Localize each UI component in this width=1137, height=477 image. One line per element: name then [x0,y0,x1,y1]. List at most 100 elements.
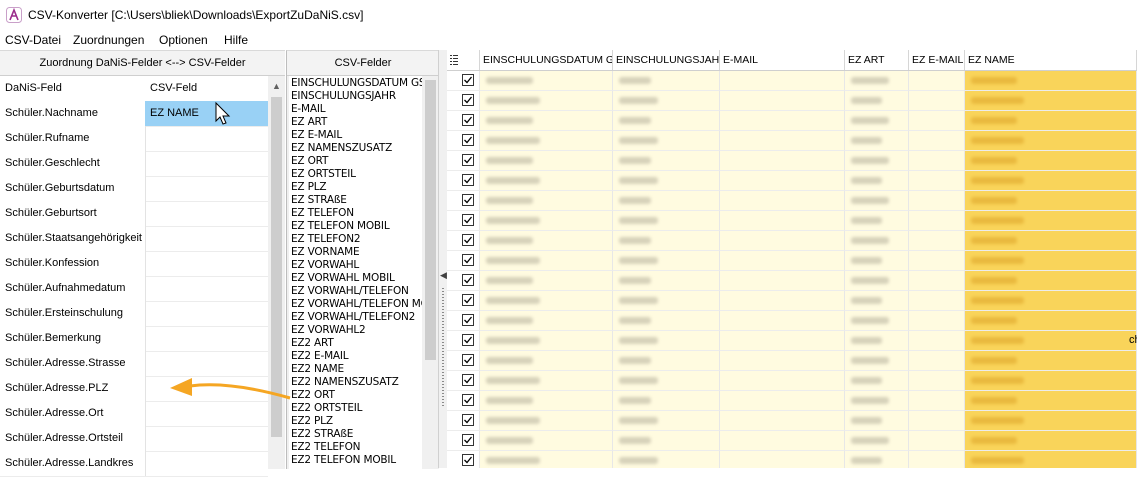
grid-cell[interactable] [613,311,720,331]
grid-cell[interactable] [965,231,1137,251]
grid-cell[interactable] [447,251,480,271]
csv-field-item[interactable]: EZ VORWAHL [291,259,359,272]
grid-cell[interactable] [613,191,720,211]
grid-cell[interactable] [480,311,613,331]
table-row[interactable] [447,411,1137,431]
grid-cell[interactable] [845,451,909,468]
grid-cell[interactable] [720,311,845,331]
csv-field-cell[interactable] [145,126,268,151]
grid-cell[interactable] [447,411,480,431]
csv-field-item[interactable]: EZ TELEFON MOBIL [291,220,390,233]
panel-splitter[interactable]: ◀ [438,50,447,468]
table-row[interactable] [447,291,1137,311]
csv-field-item[interactable]: EZ2 ORT [291,389,335,402]
mapping-row[interactable]: Schüler.Adresse.Ortsteil [0,426,268,452]
grid-cell[interactable] [845,211,909,231]
grid-cell[interactable] [480,331,613,351]
csv-field-item[interactable]: EZ2 E-MAIL [291,350,349,363]
grid-cell[interactable] [613,331,720,351]
grid-cell[interactable] [845,331,909,351]
csv-field-cell[interactable] [145,176,268,201]
grid-cell[interactable] [909,311,965,331]
table-row[interactable] [447,111,1137,131]
danis-field-cell[interactable]: Schüler.Konfession [0,251,146,276]
grid-cell[interactable] [909,211,965,231]
grid-cell[interactable] [909,391,965,411]
grid-cell[interactable] [480,111,613,131]
csv-field-item[interactable]: EZ TELEFON2 [291,233,361,246]
csv-field-item[interactable]: EZ PLZ [291,181,327,194]
csv-field-list[interactable]: EINSCHULUNGSDATUM GS EINSCHULUNGSJAHR E-MA… [289,76,422,469]
grid-col-header[interactable]: EINSCHULUNGSJAHR [613,50,720,70]
grid-cell[interactable] [965,91,1137,111]
table-row[interactable] [447,431,1137,451]
grid-cell[interactable] [480,231,613,251]
grid-cell[interactable] [720,91,845,111]
table-row[interactable] [447,451,1137,468]
danis-field-cell[interactable]: Schüler.Geschlecht [0,151,146,176]
grid-cell[interactable] [720,251,845,271]
csv-field-item[interactable]: E-MAIL [291,103,326,116]
csv-field-item[interactable]: EZ2 STRAßE [291,428,353,441]
grid-cell[interactable] [965,431,1137,451]
table-row[interactable] [447,71,1137,91]
row-checkbox[interactable] [462,334,474,346]
grid-cell[interactable] [909,451,965,468]
danis-field-cell[interactable]: Schüler.Adresse.Landkres [0,451,146,476]
grid-cell[interactable] [720,271,845,291]
csv-field-item[interactable]: EZ2 NAMENSZUSATZ [291,376,399,389]
mapping-row[interactable]: Schüler.Adresse.Strasse [0,351,268,377]
row-checkbox[interactable] [462,154,474,166]
grid-col-header[interactable]: EZ ART [845,50,909,70]
row-checkbox[interactable] [462,194,474,206]
table-row[interactable] [447,151,1137,171]
grid-cell[interactable] [613,431,720,451]
grid-cell[interactable] [965,351,1137,371]
collapse-left-icon[interactable]: ◀ [440,270,447,281]
row-checkbox[interactable] [462,134,474,146]
mapping-row[interactable]: Schüler.Bemerkung [0,326,268,352]
csv-field-item[interactable]: EZ ORT [291,155,328,168]
row-checkbox[interactable] [462,94,474,106]
csv-field-item[interactable]: EZ2 NAME [291,363,344,376]
grid-cell[interactable] [447,351,480,371]
table-row[interactable] [447,271,1137,291]
csv-field-cell[interactable]: EZ NAME [145,101,268,126]
grid-cell[interactable] [965,291,1137,311]
csv-field-item[interactable]: EZ2 TELEFON [291,441,361,454]
table-row[interactable] [447,171,1137,191]
grid-cell[interactable] [613,151,720,171]
grid-cell[interactable] [613,291,720,311]
danis-field-cell[interactable]: Schüler.Geburtsdatum [0,176,146,201]
grid-cell[interactable] [447,271,480,291]
scroll-up-icon[interactable]: ▲ [272,81,281,91]
grid-cell[interactable] [720,111,845,131]
mapping-row[interactable]: Schüler.Geburtsdatum [0,176,268,202]
mapping-scroll-thumb[interactable] [271,97,282,437]
grid-cell[interactable] [447,311,480,331]
mapping-row[interactable]: Schüler.Aufnahmedatum [0,276,268,302]
csv-field-cell[interactable] [145,426,268,451]
grid-cell[interactable] [613,131,720,151]
grid-cell[interactable] [613,271,720,291]
grid-cell[interactable] [447,231,480,251]
grid-cell[interactable] [965,371,1137,391]
grid-cell[interactable] [845,251,909,271]
grid-cell[interactable] [845,391,909,411]
csv-field-item[interactable]: EZ ART [291,116,327,129]
grid-cell[interactable] [965,71,1137,91]
grid-cell[interactable] [720,411,845,431]
grid-cell[interactable] [845,231,909,251]
grid-col-header[interactable]: E-MAIL [720,50,845,70]
row-checkbox[interactable] [462,274,474,286]
grid-cell[interactable] [965,151,1137,171]
menu-hilfe[interactable]: Hilfe [224,33,248,47]
csv-field-item[interactable]: EZ VORNAME [291,246,360,259]
grid-cell[interactable] [845,151,909,171]
grid-cell[interactable] [480,451,613,468]
menu-csv-datei[interactable]: CSV-Datei [5,33,61,47]
grid-cell[interactable] [720,191,845,211]
grid-cell[interactable] [909,111,965,131]
grid-cell[interactable] [447,451,480,468]
mapping-row[interactable]: Schüler.Geschlecht [0,151,268,177]
